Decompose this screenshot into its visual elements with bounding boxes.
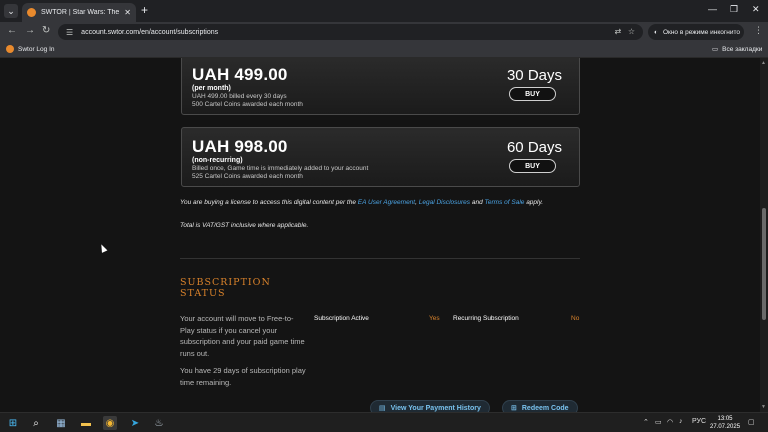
buy-button[interactable]: BUY	[509, 87, 556, 101]
plan-coins: 525 Cartel Coins awarded each month	[192, 173, 303, 180]
payment-history-label: View Your Payment History	[390, 404, 481, 412]
tray-chevron-icon[interactable]: ⌃	[643, 418, 649, 426]
search-icon[interactable]: ⌕	[29, 416, 43, 430]
wifi-icon[interactable]: ◠	[667, 418, 673, 426]
receipt-icon: ▤	[379, 405, 386, 412]
address-bar[interactable]: ☰ account.swtor.com/en/account/subscript…	[58, 24, 643, 40]
all-bookmarks[interactable]: ▭ Все закладки	[712, 45, 763, 54]
steam-icon[interactable]: ♨	[152, 416, 166, 430]
file-explorer-icon[interactable]: ▬	[79, 416, 93, 430]
chrome-icon[interactable]: ◉	[103, 416, 117, 430]
plan-card-30-days: UAH 499.00 (per month) UAH 499.00 billed…	[181, 58, 580, 115]
all-bookmarks-label: Все закладки	[722, 45, 763, 53]
taskbar: ⊞ ⌕ ▦ ▬ ◉ ➤ ♨ ⌃ ▭ ◠ ♪ РУС 13:05 27.07.20…	[0, 412, 768, 432]
swtor-favicon-icon	[27, 8, 36, 17]
subscription-description: Your account will move to Free-to-Play s…	[180, 314, 305, 358]
site-info-icon[interactable]: ☰	[66, 28, 73, 37]
close-window-icon[interactable]: ✕	[752, 4, 760, 15]
tab-title: SWTOR | Star Wars: The Old Re	[41, 9, 120, 16]
subscription-active-label: Subscription Active	[314, 315, 369, 322]
tab-close-icon[interactable]: ✕	[124, 8, 131, 17]
browser-toolbar: ← → ↻ ☰ account.swtor.com/en/account/sub…	[0, 22, 768, 42]
recurring-subscription-value: No	[571, 315, 580, 322]
url-text: account.swtor.com/en/account/subscriptio…	[81, 28, 219, 36]
folder-icon: ▭	[712, 46, 719, 53]
license-and: and	[470, 199, 485, 206]
incognito-label: Окно в режиме инкогнито	[662, 28, 740, 36]
subscription-active-value: Yes	[429, 315, 440, 322]
incognito-indicator[interactable]: ◐ Окно в режиме инкогнито	[648, 24, 744, 40]
scroll-up-icon[interactable]: ▲	[761, 60, 766, 66]
terms-of-sale-link[interactable]: Terms of Sale	[485, 199, 525, 206]
minimize-icon[interactable]: —	[708, 4, 717, 14]
redeem-code-label: Redeem Code	[521, 404, 569, 412]
plan-price: UAH 499.00	[192, 65, 288, 84]
legal-disclosures-link[interactable]: Legal Disclosures	[419, 199, 470, 206]
plan-type: (non-recurring)	[192, 157, 243, 164]
network-icon[interactable]: ▭	[655, 418, 662, 426]
language-indicator[interactable]: РУС	[692, 418, 706, 425]
scroll-thumb[interactable]	[762, 208, 766, 320]
license-text: You are buying a license to access this …	[180, 198, 580, 207]
windows-start-icon[interactable]: ⊞	[6, 416, 20, 430]
restore-icon[interactable]: ❐	[730, 4, 738, 15]
redeem-code-button[interactable]: ⊞ Redeem Code	[502, 400, 578, 412]
subscription-status-title: SUBSCRIPTION STATUS	[180, 277, 271, 299]
ea-user-agreement-link[interactable]: EA User Agreement	[358, 199, 415, 206]
clock-time: 13:05	[717, 416, 733, 422]
tab-search-icon[interactable]: ⌄	[4, 4, 18, 18]
translate-star-icons[interactable]: ⇄ ☆	[614, 27, 635, 36]
clock-date: 27.07.2025	[710, 424, 741, 430]
notifications-icon[interactable]: ▢	[748, 418, 755, 426]
reload-icon[interactable]: ↻	[42, 25, 50, 36]
page-scrollbar[interactable]: ▲ ▼	[760, 58, 768, 412]
swtor-favicon-icon	[6, 45, 14, 53]
plan-card-60-days: UAH 998.00 (non-recurring) Billed once, …	[181, 127, 580, 187]
plan-price: UAH 998.00	[192, 137, 288, 156]
tab-bar: ⌄ SWTOR | Star Wars: The Old Re ✕ + — ❐ …	[0, 0, 768, 22]
recurring-subscription-label: Recurring Subscription	[453, 315, 519, 322]
license-suffix: apply.	[524, 199, 544, 206]
vat-note: Total is VAT/GST inclusive where applica…	[180, 222, 309, 229]
telegram-icon[interactable]: ➤	[128, 416, 142, 430]
section-divider	[180, 258, 580, 259]
bookmark-swtor-login[interactable]: Swtor Log In	[6, 45, 55, 53]
gift-icon: ⊞	[511, 405, 517, 412]
forward-icon[interactable]: →	[25, 25, 35, 36]
menu-icon[interactable]: ⋮	[754, 25, 763, 36]
plan-billing: Billed once, Game time is immediately ad…	[192, 165, 369, 172]
plan-type: (per month)	[192, 85, 231, 92]
plan-days: 60 Days	[506, 139, 562, 156]
bookmarks-bar: Swtor Log In ▭ Все закладки	[0, 42, 768, 58]
plan-billing: UAH 499.00 billed every 30 days	[192, 93, 287, 100]
volume-icon[interactable]: ♪	[679, 418, 683, 425]
new-tab-icon[interactable]: +	[141, 4, 148, 16]
bookmark-label: Swtor Log In	[18, 45, 55, 53]
clock[interactable]: 13:05 27.07.2025	[710, 415, 740, 431]
page-content: UAH 499.00 (per month) UAH 499.00 billed…	[0, 58, 760, 412]
payment-history-button[interactable]: ▤ View Your Payment History	[370, 400, 490, 412]
buy-button[interactable]: BUY	[509, 159, 556, 173]
remaining-time-text: You have 29 days of subscription play ti…	[180, 366, 306, 387]
license-prefix: You are buying a license to access this …	[180, 199, 358, 206]
tab-swtor[interactable]: SWTOR | Star Wars: The Old Re ✕	[22, 3, 136, 22]
plan-coins: 500 Cartel Coins awarded each month	[192, 101, 303, 108]
incognito-icon: ◐	[654, 28, 658, 36]
plan-days: 30 Days	[506, 67, 562, 84]
calculator-icon[interactable]: ▦	[54, 416, 68, 430]
mouse-pointer-icon	[98, 243, 108, 253]
back-icon[interactable]: ←	[7, 25, 17, 36]
scroll-down-icon[interactable]: ▼	[761, 404, 766, 410]
